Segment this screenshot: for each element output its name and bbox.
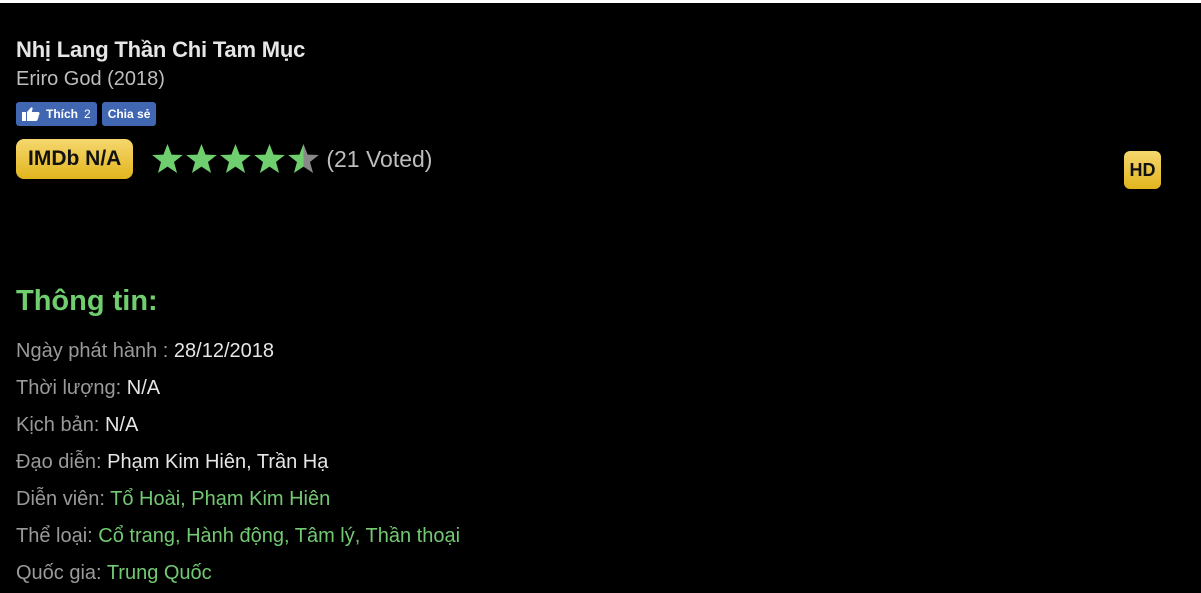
cast-label: Diễn viên:: [16, 488, 111, 510]
star-icon[interactable]: [185, 143, 218, 175]
director-value: Phạm Kim Hiên, Trần Hạ: [107, 451, 329, 473]
info-cast: Diễn viên: Tổ Hoài, Phạm Kim Hiên: [16, 488, 331, 510]
movie-info-panel: Nhị Lang Thần Chi Tam Mục Eriro God (201…: [16, 36, 1186, 180]
script-label: Kịch bản:: [16, 414, 105, 436]
genre-link[interactable]: Tâm lý: [295, 525, 355, 547]
info-genre: Thể loại: Cổ trang, Hành động, Tâm lý, T…: [16, 525, 461, 547]
movie-title: Nhị Lang Thần Chi Tam Mục: [16, 37, 306, 62]
facebook-share-button[interactable]: Chia sẻ: [101, 102, 157, 126]
info-duration: Thời lượng: N/A: [16, 370, 460, 407]
info-release-date: Ngày phát hành : 28/12/2018: [16, 333, 460, 370]
imdb-badge: IMDb N/A: [16, 139, 134, 179]
genre-link[interactable]: Hành động: [186, 525, 284, 547]
facebook-like-button[interactable]: Thích 2: [16, 102, 97, 126]
script-value: N/A: [104, 414, 139, 436]
genre-link[interactable]: Cổ trang: [98, 525, 175, 547]
star-icon[interactable]: [253, 143, 286, 175]
release-date-label: Ngày phát hành :: [16, 340, 174, 362]
country-label: Quốc gia:: [16, 562, 107, 584]
cast-link[interactable]: Phạm Kim Hiên: [191, 488, 330, 510]
director-label: Đạo diễn:: [16, 451, 108, 473]
duration-value: N/A: [126, 377, 161, 399]
star-icon[interactable]: [151, 143, 184, 175]
top-border: [0, 0, 1201, 3]
voted-count: (21 Voted): [326, 145, 433, 172]
info-script: Kịch bản: N/A: [16, 407, 460, 444]
share-label: Chia sẻ: [107, 107, 151, 121]
duration-label: Thời lượng:: [16, 377, 127, 399]
like-count: 2: [84, 107, 91, 121]
quality-badge: HD: [1124, 151, 1161, 189]
country-link[interactable]: Trung Quốc: [107, 562, 212, 584]
rating-row: IMDb N/A (21 Voted): [16, 138, 1186, 180]
info-director: Đạo diễn: Phạm Kim Hiên, Trần Hạ: [16, 444, 460, 481]
star-icon[interactable]: [287, 143, 320, 175]
star-icon[interactable]: [219, 143, 252, 175]
social-buttons: Thích 2 Chia sẻ: [16, 102, 1186, 126]
like-label: Thích: [46, 107, 78, 121]
info-list: Ngày phát hành : 28/12/2018 Thời lượng: …: [16, 333, 460, 592]
info-section-title: Thông tin:: [16, 285, 158, 317]
thumbs-up-icon: [22, 107, 40, 121]
genre-link[interactable]: Thần thoại: [366, 525, 461, 547]
star-rating[interactable]: [151, 143, 320, 175]
info-country: Quốc gia: Trung Quốc: [16, 555, 460, 592]
movie-subtitle: Eriro God (2018): [16, 68, 165, 90]
genre-label: Thể loại:: [16, 525, 99, 547]
cast-link[interactable]: Tổ Hoài: [110, 488, 180, 510]
release-date-value: 28/12/2018: [173, 340, 274, 362]
